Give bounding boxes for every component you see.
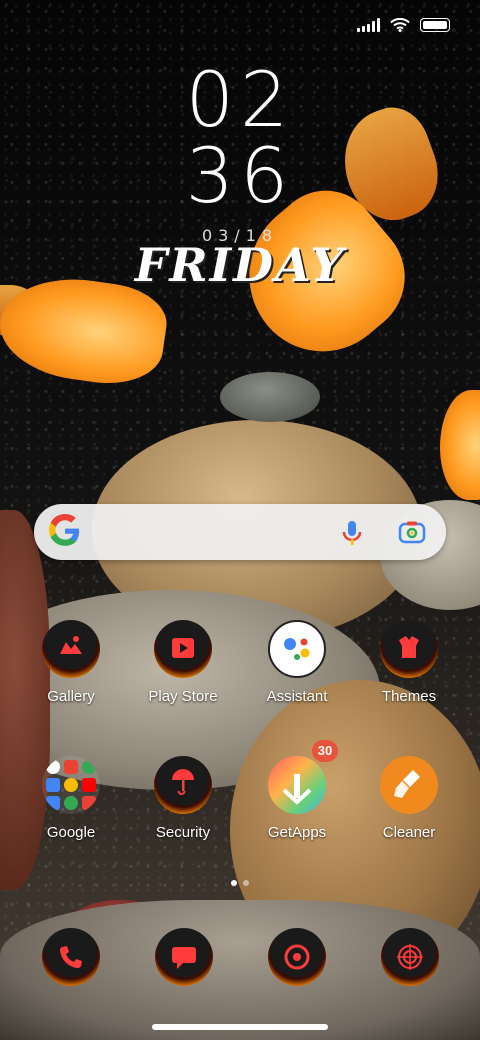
security-icon <box>154 756 212 814</box>
signal-icon <box>357 18 380 32</box>
google-g-icon <box>49 514 80 546</box>
app-themes[interactable]: Themes <box>354 620 464 705</box>
goldfish <box>440 390 480 500</box>
battery-icon <box>420 18 450 32</box>
cleaner-icon <box>380 756 438 814</box>
app-label: Cleaner <box>382 824 436 841</box>
wallpaper-rock <box>220 372 320 422</box>
play-store-icon <box>154 620 212 678</box>
phone-icon[interactable] <box>42 928 100 986</box>
browser-icon[interactable] <box>268 928 326 986</box>
page-dot-active <box>231 880 237 886</box>
lens-icon[interactable] <box>398 520 426 544</box>
assistant-icon <box>268 620 326 678</box>
app-gallery[interactable]: Gallery <box>16 620 126 705</box>
clock-hour[interactable]: 02 <box>0 62 480 138</box>
gallery-icon <box>42 620 100 678</box>
app-getapps[interactable]: GetApps <box>242 756 352 841</box>
app-assistant[interactable]: Assistant <box>242 620 352 705</box>
app-label: Gallery <box>47 688 95 705</box>
app-label: Assistant <box>266 688 328 705</box>
google-search-bar[interactable] <box>34 504 446 560</box>
page-dot <box>243 880 249 886</box>
page-indicator <box>0 880 480 886</box>
google-folder-icon <box>42 756 100 814</box>
app-google-folder[interactable]: Google <box>16 756 126 841</box>
app-cleaner[interactable]: Cleaner <box>354 756 464 841</box>
wifi-icon <box>390 18 410 32</box>
status-bar <box>357 18 450 32</box>
gesture-home-bar[interactable] <box>152 1024 328 1030</box>
messages-icon[interactable] <box>155 928 213 986</box>
clock-minute[interactable]: 36 <box>0 138 480 214</box>
app-label: Play Store <box>148 688 218 705</box>
clock-weekday: FRIDAY <box>134 238 346 292</box>
app-label: GetApps <box>267 824 327 841</box>
notification-badge: 30 <box>312 740 338 762</box>
app-label: Security <box>155 824 211 841</box>
app-security[interactable]: Security <box>128 756 238 841</box>
themes-icon <box>380 620 438 678</box>
app-label: Google <box>46 824 96 841</box>
app-play-store[interactable]: Play Store <box>128 620 238 705</box>
camera-icon[interactable] <box>381 928 439 986</box>
getapps-icon <box>268 756 326 814</box>
app-label: Themes <box>381 688 437 705</box>
mic-icon[interactable] <box>341 520 363 546</box>
